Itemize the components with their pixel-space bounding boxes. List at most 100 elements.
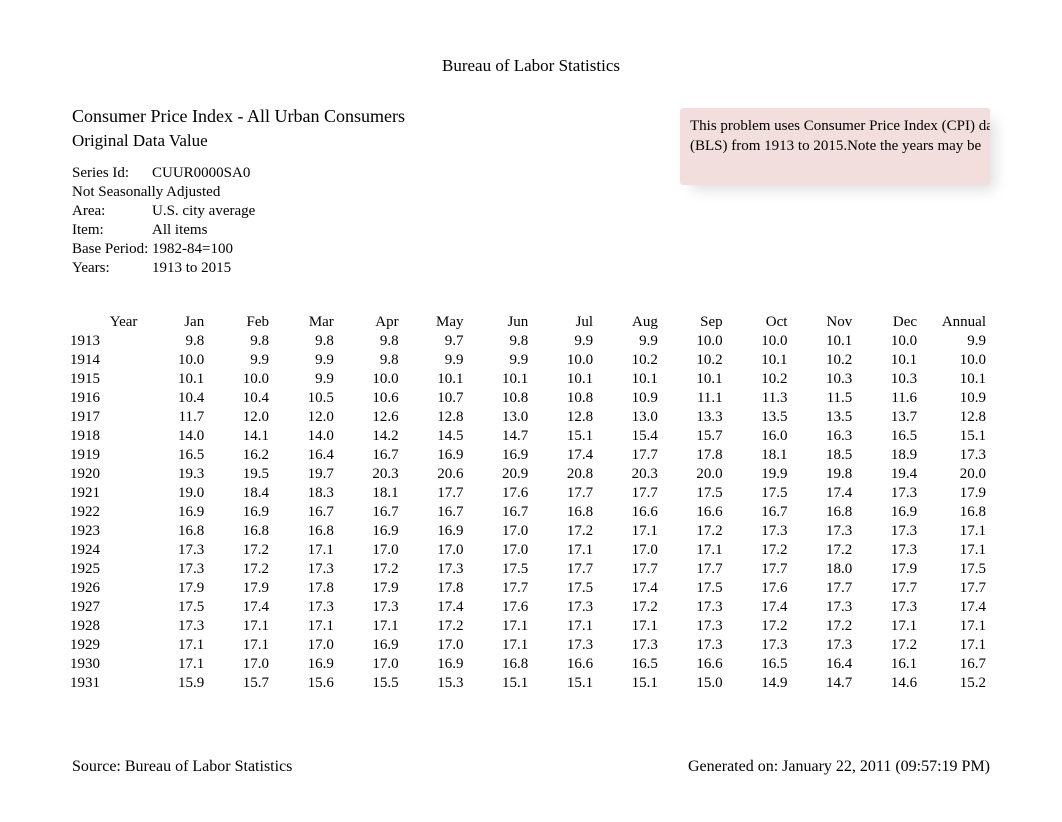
cell-value: 16.9 <box>273 655 338 674</box>
col-header-nov: Nov <box>791 313 856 332</box>
cell-value: 16.7 <box>338 503 403 522</box>
cell-value: 17.1 <box>921 541 990 560</box>
cell-value: 10.0 <box>532 351 597 370</box>
table-row: 191814.014.114.014.214.514.715.115.415.7… <box>70 427 990 446</box>
cell-value: 11.3 <box>727 389 792 408</box>
cell-value: 16.7 <box>921 655 990 674</box>
cell-value: 17.3 <box>273 598 338 617</box>
cell-value: 17.3 <box>403 560 468 579</box>
cell-value: 17.1 <box>532 617 597 636</box>
cell-value: 16.9 <box>403 655 468 674</box>
cell-value: 17.8 <box>662 446 727 465</box>
cell-value: 18.1 <box>338 484 403 503</box>
table-row: 193017.117.016.917.016.916.816.616.516.6… <box>70 655 990 674</box>
table-row: 192717.517.417.317.317.417.617.317.217.3… <box>70 598 990 617</box>
cell-value: 17.1 <box>597 522 662 541</box>
cell-value: 10.3 <box>856 370 921 389</box>
cell-value: 16.9 <box>143 503 208 522</box>
cell-value: 20.0 <box>662 465 727 484</box>
cell-value: 16.4 <box>791 655 856 674</box>
cell-value: 17.3 <box>921 446 990 465</box>
col-header-jul: Jul <box>532 313 597 332</box>
table-row: 191711.712.012.012.612.813.012.813.013.3… <box>70 408 990 427</box>
cell-value: 10.0 <box>662 332 727 351</box>
table-row: 191510.110.09.910.010.110.110.110.110.11… <box>70 370 990 389</box>
cell-value: 10.3 <box>791 370 856 389</box>
cell-value: 17.7 <box>662 560 727 579</box>
cell-value: 16.9 <box>403 446 468 465</box>
cell-value: 17.3 <box>856 598 921 617</box>
cell-value: 16.3 <box>791 427 856 446</box>
cell-value: 17.5 <box>921 560 990 579</box>
cell-value: 17.0 <box>403 636 468 655</box>
cell-value: 17.3 <box>532 598 597 617</box>
cell-year: 1926 <box>70 579 143 598</box>
cell-value: 17.1 <box>532 541 597 560</box>
cell-value: 10.1 <box>921 370 990 389</box>
cell-year: 1928 <box>70 617 143 636</box>
cell-value: 17.1 <box>467 636 532 655</box>
cell-value: 14.6 <box>856 674 921 693</box>
cell-value: 15.1 <box>532 427 597 446</box>
cell-year: 1923 <box>70 522 143 541</box>
cell-value: 18.9 <box>856 446 921 465</box>
cell-value: 16.5 <box>597 655 662 674</box>
cell-value: 18.5 <box>791 446 856 465</box>
cpi-table: YearJanFebMarAprMayJunJulAugSepOctNovDec… <box>70 313 990 693</box>
cell-value: 12.8 <box>532 408 597 427</box>
cell-value: 17.3 <box>143 541 208 560</box>
cell-value: 16.8 <box>532 503 597 522</box>
cell-value: 17.1 <box>208 617 273 636</box>
cell-year: 1917 <box>70 408 143 427</box>
cell-value: 12.0 <box>208 408 273 427</box>
cell-value: 15.7 <box>662 427 727 446</box>
cell-value: 17.3 <box>727 636 792 655</box>
cell-value: 15.9 <box>143 674 208 693</box>
col-header-jan: Jan <box>143 313 208 332</box>
cell-value: 16.8 <box>273 522 338 541</box>
cell-value: 10.4 <box>143 389 208 408</box>
cell-value: 16.9 <box>856 503 921 522</box>
cell-value: 19.3 <box>143 465 208 484</box>
cell-value: 17.7 <box>791 579 856 598</box>
table-row: 192817.317.117.117.117.217.117.117.117.3… <box>70 617 990 636</box>
cell-value: 17.7 <box>532 560 597 579</box>
cell-value: 17.3 <box>662 617 727 636</box>
cell-year: 1922 <box>70 503 143 522</box>
cell-value: 14.2 <box>338 427 403 446</box>
cell-value: 17.0 <box>403 541 468 560</box>
cell-value: 17.5 <box>662 484 727 503</box>
cell-value: 10.2 <box>791 351 856 370</box>
cell-value: 9.9 <box>208 351 273 370</box>
cell-value: 17.2 <box>403 617 468 636</box>
cell-value: 10.0 <box>338 370 403 389</box>
table-row: 19139.89.89.89.89.79.89.99.910.010.010.1… <box>70 332 990 351</box>
cell-value: 17.5 <box>467 560 532 579</box>
cell-value: 11.5 <box>791 389 856 408</box>
cell-year: 1929 <box>70 636 143 655</box>
cell-value: 17.1 <box>921 522 990 541</box>
col-header-aug: Aug <box>597 313 662 332</box>
cell-value: 19.9 <box>727 465 792 484</box>
meta-area-label: Area: <box>72 203 152 220</box>
cell-value: 20.6 <box>403 465 468 484</box>
cell-value: 14.7 <box>467 427 532 446</box>
cell-value: 10.2 <box>727 370 792 389</box>
cell-value: 16.7 <box>273 503 338 522</box>
cell-value: 10.1 <box>403 370 468 389</box>
cell-value: 13.3 <box>662 408 727 427</box>
cell-value: 19.5 <box>208 465 273 484</box>
subtitle-1: Consumer Price Index - All Urban Consume… <box>72 106 405 127</box>
cpi-table-wrap: YearJanFebMarAprMayJunJulAugSepOctNovDec… <box>70 313 990 693</box>
cell-year: 1927 <box>70 598 143 617</box>
cell-value: 16.5 <box>143 446 208 465</box>
col-header-feb: Feb <box>208 313 273 332</box>
cell-value: 10.0 <box>727 332 792 351</box>
cell-value: 17.4 <box>208 598 273 617</box>
cell-value: 18.4 <box>208 484 273 503</box>
header-row: Consumer Price Index - All Urban Consume… <box>72 106 990 279</box>
cell-value: 17.2 <box>856 636 921 655</box>
cell-value: 10.5 <box>273 389 338 408</box>
cell-value: 17.2 <box>597 598 662 617</box>
cell-value: 17.3 <box>338 598 403 617</box>
